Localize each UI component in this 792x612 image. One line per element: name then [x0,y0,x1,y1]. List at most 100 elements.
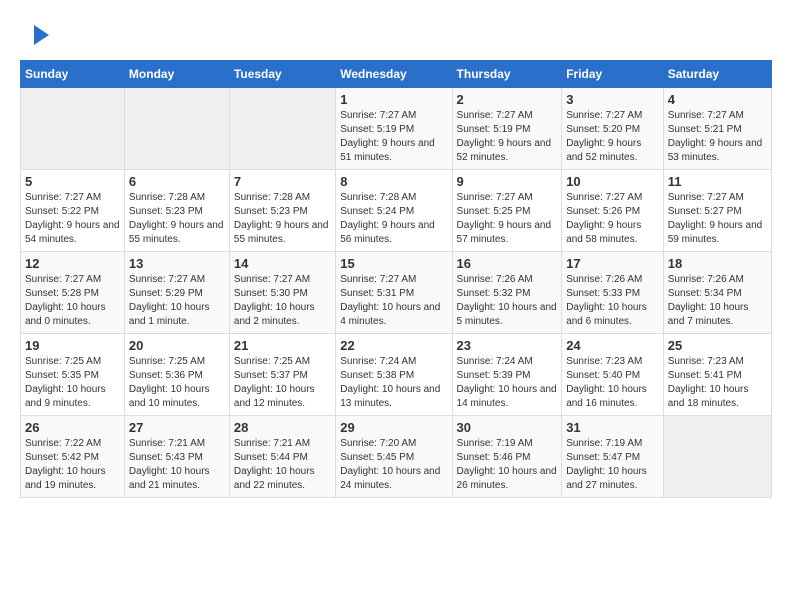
day-info: Sunrise: 7:27 AM Sunset: 5:19 PM Dayligh… [340,109,447,165]
header-friday: Friday [562,61,664,88]
day-number: 15 [340,256,447,271]
day-info: Sunrise: 7:19 AM Sunset: 5:47 PM Dayligh… [566,437,659,493]
calendar-cell: 12 Sunrise: 7:27 AM Sunset: 5:28 PM Dayl… [21,252,125,334]
calendar-cell: 7 Sunrise: 7:28 AM Sunset: 5:23 PM Dayli… [229,170,335,252]
day-info: Sunrise: 7:28 AM Sunset: 5:23 PM Dayligh… [129,191,225,247]
day-number: 28 [234,420,331,435]
day-info: Sunrise: 7:26 AM Sunset: 5:32 PM Dayligh… [457,273,558,329]
calendar-cell: 1 Sunrise: 7:27 AM Sunset: 5:19 PM Dayli… [336,88,452,170]
logo [20,20,54,50]
day-info: Sunrise: 7:28 AM Sunset: 5:23 PM Dayligh… [234,191,331,247]
day-info: Sunrise: 7:19 AM Sunset: 5:46 PM Dayligh… [457,437,558,493]
header-sunday: Sunday [21,61,125,88]
day-info: Sunrise: 7:26 AM Sunset: 5:34 PM Dayligh… [668,273,767,329]
calendar-cell: 5 Sunrise: 7:27 AM Sunset: 5:22 PM Dayli… [21,170,125,252]
day-number: 2 [457,92,558,107]
calendar-cell: 17 Sunrise: 7:26 AM Sunset: 5:33 PM Dayl… [562,252,664,334]
day-number: 8 [340,174,447,189]
day-number: 14 [234,256,331,271]
calendar-week-row: 26 Sunrise: 7:22 AM Sunset: 5:42 PM Dayl… [21,416,772,498]
day-info: Sunrise: 7:27 AM Sunset: 5:30 PM Dayligh… [234,273,331,329]
day-info: Sunrise: 7:20 AM Sunset: 5:45 PM Dayligh… [340,437,447,493]
calendar-week-row: 5 Sunrise: 7:27 AM Sunset: 5:22 PM Dayli… [21,170,772,252]
day-number: 23 [457,338,558,353]
day-number: 10 [566,174,659,189]
header-tuesday: Tuesday [229,61,335,88]
calendar-cell: 15 Sunrise: 7:27 AM Sunset: 5:31 PM Dayl… [336,252,452,334]
calendar-table: SundayMondayTuesdayWednesdayThursdayFrid… [20,60,772,498]
calendar-cell [21,88,125,170]
calendar-cell: 4 Sunrise: 7:27 AM Sunset: 5:21 PM Dayli… [663,88,771,170]
day-number: 6 [129,174,225,189]
calendar-cell: 2 Sunrise: 7:27 AM Sunset: 5:19 PM Dayli… [452,88,562,170]
calendar-cell: 31 Sunrise: 7:19 AM Sunset: 5:47 PM Dayl… [562,416,664,498]
day-number: 21 [234,338,331,353]
day-number: 7 [234,174,331,189]
day-number: 20 [129,338,225,353]
calendar-week-row: 1 Sunrise: 7:27 AM Sunset: 5:19 PM Dayli… [21,88,772,170]
header-wednesday: Wednesday [336,61,452,88]
day-number: 22 [340,338,447,353]
calendar-cell: 26 Sunrise: 7:22 AM Sunset: 5:42 PM Dayl… [21,416,125,498]
calendar-cell: 13 Sunrise: 7:27 AM Sunset: 5:29 PM Dayl… [124,252,229,334]
calendar-cell [229,88,335,170]
calendar-cell: 6 Sunrise: 7:28 AM Sunset: 5:23 PM Dayli… [124,170,229,252]
calendar-cell [663,416,771,498]
calendar-cell: 25 Sunrise: 7:23 AM Sunset: 5:41 PM Dayl… [663,334,771,416]
day-number: 3 [566,92,659,107]
day-number: 30 [457,420,558,435]
day-info: Sunrise: 7:23 AM Sunset: 5:40 PM Dayligh… [566,355,659,411]
day-info: Sunrise: 7:24 AM Sunset: 5:38 PM Dayligh… [340,355,447,411]
calendar-week-row: 19 Sunrise: 7:25 AM Sunset: 5:35 PM Dayl… [21,334,772,416]
calendar-cell: 24 Sunrise: 7:23 AM Sunset: 5:40 PM Dayl… [562,334,664,416]
calendar-cell: 18 Sunrise: 7:26 AM Sunset: 5:34 PM Dayl… [663,252,771,334]
calendar-cell: 10 Sunrise: 7:27 AM Sunset: 5:26 PM Dayl… [562,170,664,252]
logo-icon [24,20,54,50]
day-number: 26 [25,420,120,435]
day-number: 11 [668,174,767,189]
calendar-cell: 19 Sunrise: 7:25 AM Sunset: 5:35 PM Dayl… [21,334,125,416]
calendar-cell: 30 Sunrise: 7:19 AM Sunset: 5:46 PM Dayl… [452,416,562,498]
day-info: Sunrise: 7:27 AM Sunset: 5:29 PM Dayligh… [129,273,225,329]
day-info: Sunrise: 7:24 AM Sunset: 5:39 PM Dayligh… [457,355,558,411]
day-number: 19 [25,338,120,353]
calendar-cell: 20 Sunrise: 7:25 AM Sunset: 5:36 PM Dayl… [124,334,229,416]
day-number: 27 [129,420,225,435]
day-number: 18 [668,256,767,271]
calendar-cell: 11 Sunrise: 7:27 AM Sunset: 5:27 PM Dayl… [663,170,771,252]
day-info: Sunrise: 7:27 AM Sunset: 5:21 PM Dayligh… [668,109,767,165]
day-info: Sunrise: 7:23 AM Sunset: 5:41 PM Dayligh… [668,355,767,411]
day-info: Sunrise: 7:27 AM Sunset: 5:27 PM Dayligh… [668,191,767,247]
calendar-cell: 27 Sunrise: 7:21 AM Sunset: 5:43 PM Dayl… [124,416,229,498]
calendar-cell: 16 Sunrise: 7:26 AM Sunset: 5:32 PM Dayl… [452,252,562,334]
day-number: 31 [566,420,659,435]
day-info: Sunrise: 7:25 AM Sunset: 5:36 PM Dayligh… [129,355,225,411]
page-header [20,20,772,50]
day-info: Sunrise: 7:21 AM Sunset: 5:44 PM Dayligh… [234,437,331,493]
day-info: Sunrise: 7:27 AM Sunset: 5:28 PM Dayligh… [25,273,120,329]
header-saturday: Saturday [663,61,771,88]
day-info: Sunrise: 7:27 AM Sunset: 5:31 PM Dayligh… [340,273,447,329]
day-number: 5 [25,174,120,189]
day-number: 29 [340,420,447,435]
day-info: Sunrise: 7:27 AM Sunset: 5:26 PM Dayligh… [566,191,659,247]
calendar-cell [124,88,229,170]
calendar-cell: 21 Sunrise: 7:25 AM Sunset: 5:37 PM Dayl… [229,334,335,416]
calendar-cell: 22 Sunrise: 7:24 AM Sunset: 5:38 PM Dayl… [336,334,452,416]
day-info: Sunrise: 7:21 AM Sunset: 5:43 PM Dayligh… [129,437,225,493]
day-info: Sunrise: 7:25 AM Sunset: 5:35 PM Dayligh… [25,355,120,411]
day-number: 24 [566,338,659,353]
day-number: 1 [340,92,447,107]
day-info: Sunrise: 7:26 AM Sunset: 5:33 PM Dayligh… [566,273,659,329]
calendar-cell: 9 Sunrise: 7:27 AM Sunset: 5:25 PM Dayli… [452,170,562,252]
calendar-cell: 8 Sunrise: 7:28 AM Sunset: 5:24 PM Dayli… [336,170,452,252]
day-number: 25 [668,338,767,353]
calendar-cell: 3 Sunrise: 7:27 AM Sunset: 5:20 PM Dayli… [562,88,664,170]
calendar-week-row: 12 Sunrise: 7:27 AM Sunset: 5:28 PM Dayl… [21,252,772,334]
calendar-header-row: SundayMondayTuesdayWednesdayThursdayFrid… [21,61,772,88]
calendar-cell: 23 Sunrise: 7:24 AM Sunset: 5:39 PM Dayl… [452,334,562,416]
day-number: 16 [457,256,558,271]
day-info: Sunrise: 7:27 AM Sunset: 5:25 PM Dayligh… [457,191,558,247]
day-info: Sunrise: 7:28 AM Sunset: 5:24 PM Dayligh… [340,191,447,247]
day-number: 9 [457,174,558,189]
